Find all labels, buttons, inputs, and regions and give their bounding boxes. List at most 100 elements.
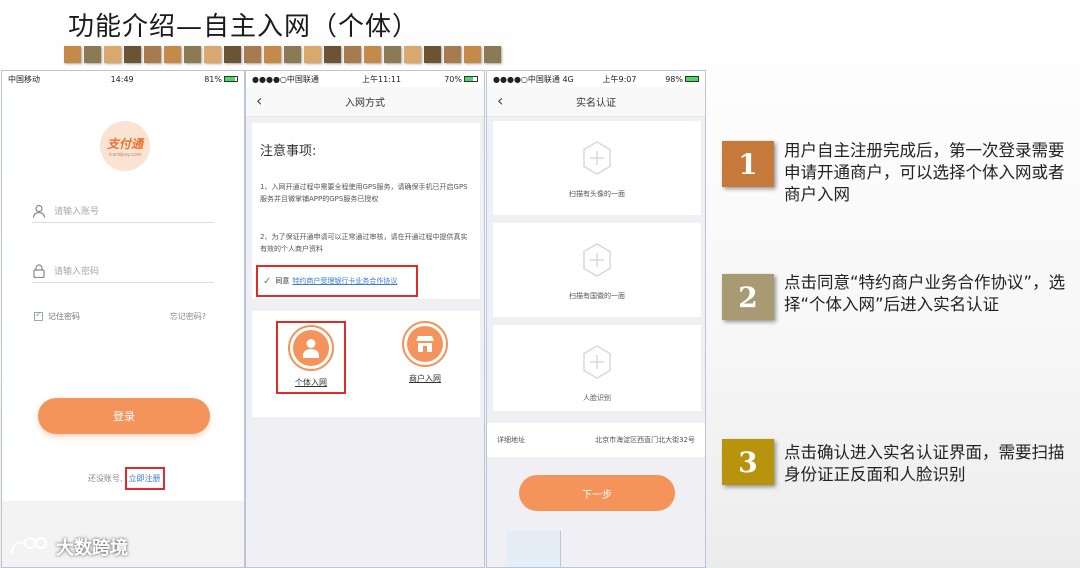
decoration-square	[484, 46, 501, 63]
status-bar: ●●●●○中国联通 上午11:11 70%	[246, 71, 484, 87]
decoration-square	[424, 46, 441, 63]
carrier-label: ●●●●○中国联通	[252, 74, 319, 84]
address-row[interactable]: 详细地址 北京市海淀区西直门北大街32号	[487, 423, 705, 457]
checkmark-icon: ✓	[263, 275, 272, 287]
decoration-square	[64, 46, 81, 63]
decoration-square	[264, 46, 281, 63]
decoration-square	[384, 46, 401, 63]
face-recognition-card[interactable]: 人脸识别	[493, 325, 701, 411]
decoration-square	[324, 46, 341, 63]
title-decoration-bar	[64, 46, 501, 63]
notice-item: 2、为了保证开通申请可以正常通过审核，请在开通过程中提供真实有效的个人商户资料	[260, 233, 468, 253]
decoration-square	[164, 46, 181, 63]
forgot-password-link[interactable]: 忘记密码?	[170, 311, 206, 322]
shop-icon	[416, 336, 434, 352]
decoration-square	[104, 46, 121, 63]
account-placeholder: 请输入账号	[54, 207, 100, 217]
password-input[interactable]: 请输入密码	[32, 259, 214, 283]
battery-indicator: 81%	[204, 75, 238, 84]
account-input[interactable]: 请输入账号	[32, 199, 214, 223]
watermark: 大数跨境	[8, 534, 128, 560]
app-logo: 支付通 icardpay.com	[100, 121, 150, 171]
decoration-square	[144, 46, 161, 63]
individual-label: 个体入网	[295, 378, 327, 387]
password-placeholder: 请输入密码	[54, 267, 100, 277]
step-number-badge: 1	[722, 141, 774, 187]
decoration-square	[224, 46, 241, 63]
merchant-label: 商户入网	[409, 374, 441, 383]
next-button[interactable]: 下一步	[519, 475, 675, 511]
add-hexagon-icon	[583, 141, 611, 175]
register-prompt: 还没账号, 立即注册	[88, 467, 165, 490]
status-bar: 中国移动 14:49 81%	[2, 71, 244, 87]
slide-title: 功能介绍—自主入网（个体）	[68, 12, 420, 42]
user-icon	[32, 204, 46, 218]
watermark-logo-icon	[10, 537, 47, 555]
face-recognition-label: 人脸识别	[583, 394, 611, 402]
agree-label: 同意	[275, 277, 290, 285]
step-description: 用户自主注册完成后，第一次登录需要申请开通商户，可以选择个体入网或者商户入网	[784, 141, 1065, 204]
back-icon[interactable]: ‹	[256, 91, 262, 110]
carrier-label: 中国移动	[8, 74, 40, 84]
decoration-square	[244, 46, 261, 63]
time-label: 上午9:07	[602, 74, 637, 84]
decoration-square	[284, 46, 301, 63]
bottom-area	[507, 531, 561, 567]
decoration-square	[184, 46, 201, 63]
merchant-option[interactable]: 商户入网	[390, 321, 460, 384]
step-number-badge: 2	[722, 274, 774, 320]
logo-text: 支付通	[106, 137, 143, 151]
carrier-label: ●●●●○中国联通 4G	[493, 74, 574, 84]
remember-password-checkbox[interactable]: 记住密码	[34, 310, 80, 322]
register-link[interactable]: 立即注册	[124, 467, 165, 490]
decoration-square	[464, 46, 481, 63]
logo-domain: icardpay.com	[108, 152, 142, 158]
step-number-badge: 3	[722, 439, 774, 485]
nav-title: 实名认证	[576, 98, 616, 109]
decoration-square	[84, 46, 101, 63]
login-button[interactable]: 登录	[38, 398, 210, 434]
no-account-text: 还没账号,	[88, 474, 123, 483]
individual-option[interactable]: 个体入网	[276, 321, 346, 394]
watermark-text: 大数跨境	[56, 538, 128, 559]
scan-front-label: 扫描有头像的一面	[569, 190, 625, 198]
remember-label: 记住密码	[48, 312, 80, 321]
checkbox-icon	[34, 310, 43, 321]
decoration-square	[404, 46, 421, 63]
decoration-square	[204, 46, 221, 63]
time-label: 14:49	[110, 74, 134, 84]
scan-back-card[interactable]: 扫描有国徽的一面	[493, 223, 701, 317]
person-icon	[303, 339, 319, 358]
scan-back-label: 扫描有国徽的一面	[569, 292, 625, 300]
time-label: 上午11:11	[362, 74, 402, 84]
agreement-checkbox[interactable]: ✓ 同意 特约商户受理银行卡业务合作协议	[256, 265, 418, 297]
add-hexagon-icon	[583, 345, 611, 379]
battery-indicator: 70%	[444, 75, 478, 84]
navigation-bar: ‹ 入网方式	[246, 87, 484, 117]
step-description: 点击确认进入实名认证界面，需要扫描身份证正反面和人脸识别	[784, 443, 1065, 484]
decoration-square	[124, 46, 141, 63]
login-screen: 中国移动 14:49 81% 支付通 icardpay.com 请输入账号 请输…	[1, 70, 245, 568]
notice-card: 注意事项: 1、入网开通过程中需要全程使用GPS服务，请确保手机已开启GPS服务…	[252, 123, 480, 299]
decoration-square	[344, 46, 361, 63]
decoration-square	[444, 46, 461, 63]
battery-indicator: 98%	[665, 75, 699, 84]
network-type-screen: ●●●●○中国联通 上午11:11 70% ‹ 入网方式 注意事项: 1、入网开…	[245, 70, 485, 568]
verification-screen: ●●●●○中国联通 4G 上午9:07 98% ‹ 实名认证 扫描有头像的一面 …	[486, 70, 706, 568]
address-label: 详细地址	[497, 436, 525, 444]
agreement-link[interactable]: 特约商户受理银行卡业务合作协议	[292, 276, 397, 286]
step-description: 点击同意“特约商户业务合作协议”，选择“个体入网”后进入实名认证	[784, 273, 1066, 314]
status-bar: ●●●●○中国联通 4G 上午9:07 98%	[487, 71, 705, 87]
add-hexagon-icon	[583, 243, 611, 277]
decoration-square	[304, 46, 321, 63]
network-options: 个体入网 商户入网	[252, 311, 480, 417]
scan-front-card[interactable]: 扫描有头像的一面	[493, 121, 701, 215]
address-value: 北京市海淀区西直门北大街32号	[595, 436, 695, 444]
notice-item: 1、入网开通过程中需要全程使用GPS服务，请确保手机已开启GPS服务并且微掌铺A…	[260, 183, 468, 203]
navigation-bar: ‹ 实名认证	[487, 87, 705, 117]
nav-title: 入网方式	[345, 98, 385, 109]
decoration-square	[364, 46, 381, 63]
back-icon[interactable]: ‹	[497, 91, 503, 110]
notice-title: 注意事项:	[260, 144, 317, 159]
lock-icon	[33, 263, 45, 278]
